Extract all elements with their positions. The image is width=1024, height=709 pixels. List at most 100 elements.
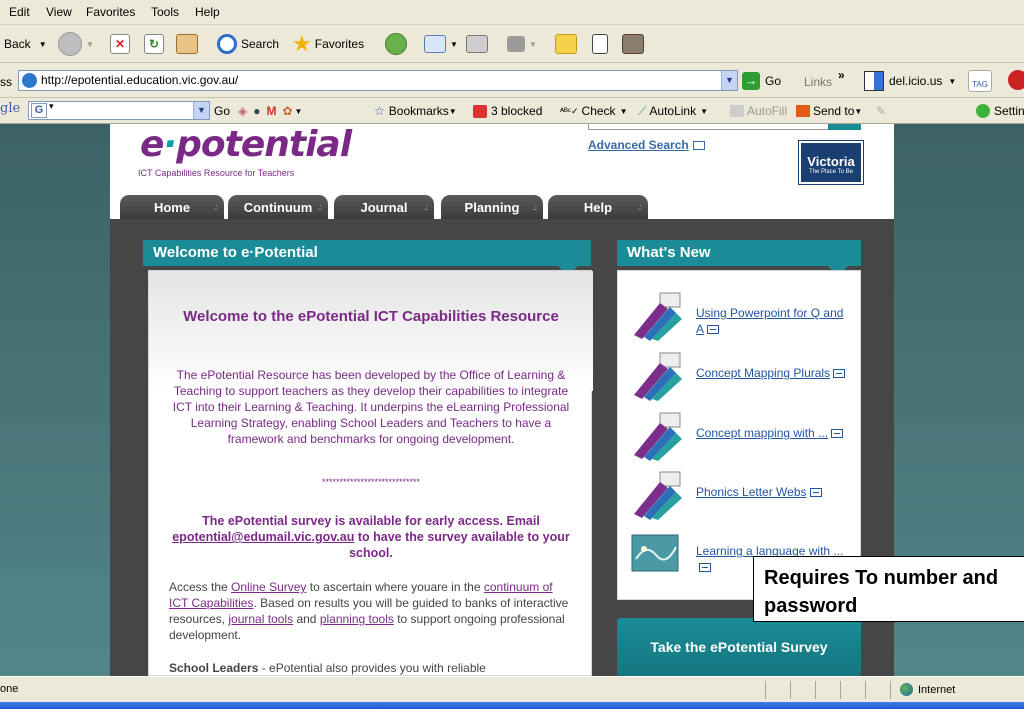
popup-blocker-button[interactable]: 3 blocked xyxy=(473,102,542,120)
history-button[interactable] xyxy=(385,31,411,57)
go-button[interactable]: → Go xyxy=(742,71,781,91)
markers-icon xyxy=(634,412,682,461)
markers-icon xyxy=(634,352,682,401)
new-item-link[interactable]: Using Powerpoint for Q and A xyxy=(696,305,846,337)
chevron-down-icon: ▼ xyxy=(854,106,863,116)
arrow-box-icon xyxy=(831,429,844,439)
access-paragraph: Access the Online Survey to ascertain wh… xyxy=(169,579,573,643)
list-item[interactable]: Concept Mapping Plurals xyxy=(630,351,850,403)
spellcheck-button[interactable]: ᴬᴮᶜ✓ Check ▼ xyxy=(560,102,627,120)
arrow-box-icon xyxy=(833,369,846,379)
address-bar: ss http://epotential.education.vic.gov.a… xyxy=(0,63,1024,98)
edit-button[interactable]: ▼ xyxy=(507,31,537,57)
list-item[interactable]: Concept mapping with ... xyxy=(630,411,850,463)
chevron-more-icon[interactable]: » xyxy=(838,68,845,82)
menu-view[interactable]: View xyxy=(46,5,72,19)
google-g-icon: G xyxy=(31,103,47,118)
logo-e: e xyxy=(140,124,164,165)
advanced-search-link[interactable]: Advanced Search xyxy=(588,138,705,152)
google-search-input[interactable]: G ▾ ▼ xyxy=(28,101,210,120)
print-button[interactable] xyxy=(466,31,492,57)
forward-button[interactable]: ▼ xyxy=(58,31,94,57)
menu-tools[interactable]: Tools xyxy=(151,5,179,19)
chevron-down-icon[interactable]: ▼ xyxy=(721,71,737,90)
list-item[interactable]: Using Powerpoint for Q and A xyxy=(630,291,850,343)
menu-favorites[interactable]: Favorites xyxy=(86,5,135,19)
tab-journal[interactable]: Journal.: xyxy=(334,195,434,219)
google-icons[interactable]: ◈ ● M ✿ ▼ xyxy=(238,102,302,120)
zone-label: Internet xyxy=(918,683,956,696)
tab-continuum[interactable]: Continuum.: xyxy=(228,195,328,219)
victoria-logo[interactable]: Victoria The Place To Be xyxy=(798,140,864,185)
url-text: http://epotential.education.vic.gov.au/ xyxy=(41,73,239,87)
journal-tools-link[interactable]: journal tools xyxy=(228,612,293,626)
stop-button[interactable]: ✕ xyxy=(110,31,134,57)
chevron-down-icon[interactable]: ▼ xyxy=(193,102,209,119)
new-item-label: Concept mapping with ... xyxy=(696,426,829,440)
new-item-link[interactable]: Concept mapping with ... xyxy=(696,425,846,441)
home-button[interactable] xyxy=(176,31,202,57)
page-icon xyxy=(22,73,37,88)
search-button[interactable]: Search xyxy=(217,31,279,57)
messenger-icon xyxy=(622,34,644,54)
survey-email-link[interactable]: epotential@edumail.vic.gov.au xyxy=(172,530,354,544)
mail-icon xyxy=(424,35,446,53)
menu-help[interactable]: Help xyxy=(195,5,220,19)
page-viewport: e·potential ICT Capabilities Resource fo… xyxy=(0,124,1024,676)
tab-planning[interactable]: Planning.: xyxy=(441,195,543,219)
site-search-button[interactable] xyxy=(828,124,861,130)
site-logo[interactable]: e·potential xyxy=(140,124,352,165)
planning-tools-link[interactable]: planning tools xyxy=(320,612,394,626)
menu-edit[interactable]: Edit xyxy=(9,5,30,19)
list-item[interactable]: Phonics Letter Webs xyxy=(630,470,850,522)
autolink-label: AutoLink xyxy=(649,104,697,118)
favorites-button[interactable]: ★ Favorites xyxy=(292,31,364,57)
status-divider xyxy=(815,681,816,699)
tag-button[interactable]: TAG xyxy=(968,70,992,92)
back-label: Back xyxy=(4,37,31,51)
extra-icon[interactable] xyxy=(1008,70,1024,90)
chevron-down-icon: ▼ xyxy=(448,106,457,116)
arrow-box-icon xyxy=(707,325,720,335)
autofill-label: AutoFill xyxy=(747,104,788,118)
discuss-button[interactable] xyxy=(555,31,581,57)
tab-continuum-label: Continuum xyxy=(243,200,313,215)
wand-icon: ⟋ xyxy=(638,103,647,118)
autofill-button[interactable]: AutoFill xyxy=(730,102,787,120)
whats-new-title: What's New xyxy=(617,240,861,266)
online-survey-link[interactable]: Online Survey xyxy=(231,580,306,594)
delicious-button[interactable]: del.icio.us ▼ xyxy=(864,70,956,92)
blocked-label: 3 blocked xyxy=(491,104,543,118)
security-zone[interactable]: Internet xyxy=(900,683,955,696)
favorites-label: Favorites xyxy=(314,37,365,51)
new-item-link[interactable]: Concept Mapping Plurals xyxy=(696,365,846,381)
bookmarks-label: Bookmarks xyxy=(388,104,449,118)
chevron-down-icon: ▼ xyxy=(86,39,94,49)
research-button[interactable] xyxy=(592,31,612,57)
tab-home[interactable]: Home.: xyxy=(120,195,224,219)
leaders-text: - ePotential also provides you with reli… xyxy=(261,661,486,675)
refresh-button[interactable]: ↻ xyxy=(144,31,168,57)
delicious-icon xyxy=(864,71,884,91)
url-input[interactable]: http://epotential.education.vic.gov.au/ … xyxy=(18,70,738,91)
welcome-divider: **************************** xyxy=(321,477,421,487)
back-button[interactable]: Back ▼ xyxy=(4,31,47,57)
highlighter-button[interactable]: ✎ xyxy=(876,102,886,120)
site-search-field[interactable] xyxy=(588,124,861,130)
sendto-icon xyxy=(796,105,810,117)
take-survey-button[interactable]: Take the ePotential Survey xyxy=(617,618,861,676)
messenger-button[interactable] xyxy=(622,31,648,57)
chevron-down-icon: ▼ xyxy=(948,76,957,86)
settings-button[interactable]: Settin xyxy=(976,102,1024,120)
autolink-button[interactable]: ⟋ AutoLink ▼ xyxy=(638,102,708,120)
sendto-button[interactable]: Send to ▼ xyxy=(796,102,862,120)
advanced-search-label: Advanced Search xyxy=(588,138,689,152)
mail-button[interactable]: ▼ xyxy=(424,31,458,57)
google-go-button[interactable]: Go xyxy=(214,102,230,120)
tab-help[interactable]: Help.: xyxy=(548,195,648,219)
new-item-link[interactable]: Phonics Letter Webs xyxy=(696,484,846,500)
refresh-icon: ↻ xyxy=(144,34,164,54)
links-label[interactable]: Links xyxy=(804,75,832,89)
bookmarks-button[interactable]: ☆ Bookmarks ▼ xyxy=(374,102,457,120)
address-label: ss xyxy=(0,75,12,89)
